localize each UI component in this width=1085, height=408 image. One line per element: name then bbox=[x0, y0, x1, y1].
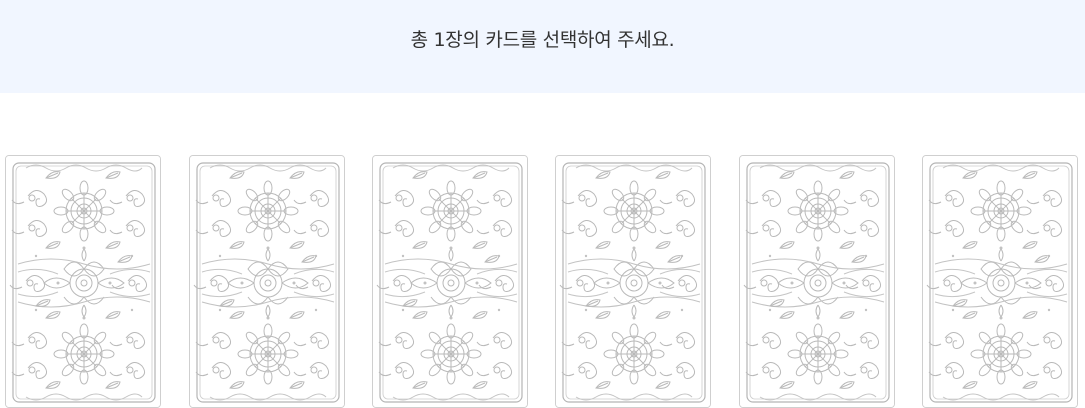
card-back-1[interactable] bbox=[5, 155, 161, 408]
card-back-3[interactable] bbox=[372, 155, 528, 408]
card-back-6[interactable] bbox=[922, 155, 1078, 408]
card-pattern-2 bbox=[190, 156, 345, 408]
card-pattern-4 bbox=[556, 156, 711, 408]
card-back-5[interactable] bbox=[739, 155, 895, 408]
card-pattern-5 bbox=[740, 156, 895, 408]
instruction-banner: 총 1장의 카드를 선택하여 주세요. bbox=[0, 0, 1085, 93]
card-pattern-1 bbox=[6, 156, 161, 408]
card-back-4[interactable] bbox=[555, 155, 711, 408]
card-pattern-3 bbox=[373, 156, 528, 408]
card-back-2[interactable] bbox=[189, 155, 345, 408]
card-pattern-6 bbox=[923, 156, 1078, 408]
instruction-text: 총 1장의 카드를 선택하여 주세요. bbox=[410, 29, 675, 51]
